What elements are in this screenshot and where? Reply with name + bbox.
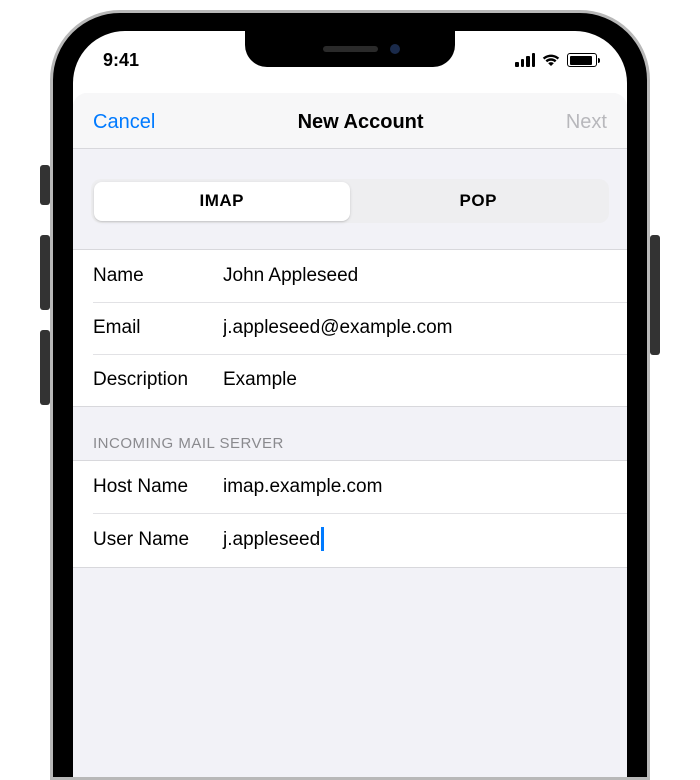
- row-email: Email: [73, 302, 627, 354]
- name-field[interactable]: [223, 265, 607, 287]
- description-label: Description: [93, 369, 223, 391]
- side-button: [650, 235, 660, 355]
- incoming-mail-server-header: INCOMING MAIL SERVER: [73, 407, 627, 460]
- battery-icon: [567, 53, 597, 67]
- host-name-label: Host Name: [93, 476, 223, 498]
- volume-down-button: [40, 330, 50, 405]
- email-field[interactable]: [223, 317, 607, 339]
- status-time: 9:41: [103, 50, 139, 71]
- row-host-name: Host Name: [73, 461, 627, 513]
- row-user-name: User Name j.appleseed: [73, 513, 627, 567]
- account-info-group: Name Email Description: [73, 249, 627, 407]
- volume-up-button: [40, 235, 50, 310]
- incoming-server-group: Host Name User Name j.appleseed: [73, 460, 627, 568]
- text-cursor-icon: [321, 527, 324, 551]
- cancel-button[interactable]: Cancel: [93, 111, 155, 134]
- user-name-label: User Name: [93, 529, 223, 551]
- page-title: New Account: [298, 111, 424, 134]
- host-name-field[interactable]: [223, 476, 607, 498]
- user-name-value: j.appleseed: [223, 529, 320, 551]
- tab-pop[interactable]: POP: [350, 182, 607, 221]
- row-description: Description: [73, 354, 627, 406]
- user-name-field[interactable]: j.appleseed: [223, 528, 607, 552]
- description-field[interactable]: [223, 369, 607, 391]
- name-label: Name: [93, 265, 223, 287]
- email-label: Email: [93, 317, 223, 339]
- next-button[interactable]: Next: [566, 111, 607, 134]
- silent-switch: [40, 165, 50, 205]
- tab-imap[interactable]: IMAP: [94, 182, 351, 221]
- modal-sheet: Cancel New Account Next IMAP POP Name: [73, 93, 627, 777]
- nav-bar: Cancel New Account Next: [73, 93, 627, 149]
- protocol-segmented-control[interactable]: IMAP POP: [91, 179, 609, 223]
- cellular-signal-icon: [515, 53, 535, 67]
- notch: [245, 31, 455, 67]
- row-name: Name: [73, 250, 627, 302]
- wifi-icon: [541, 53, 561, 67]
